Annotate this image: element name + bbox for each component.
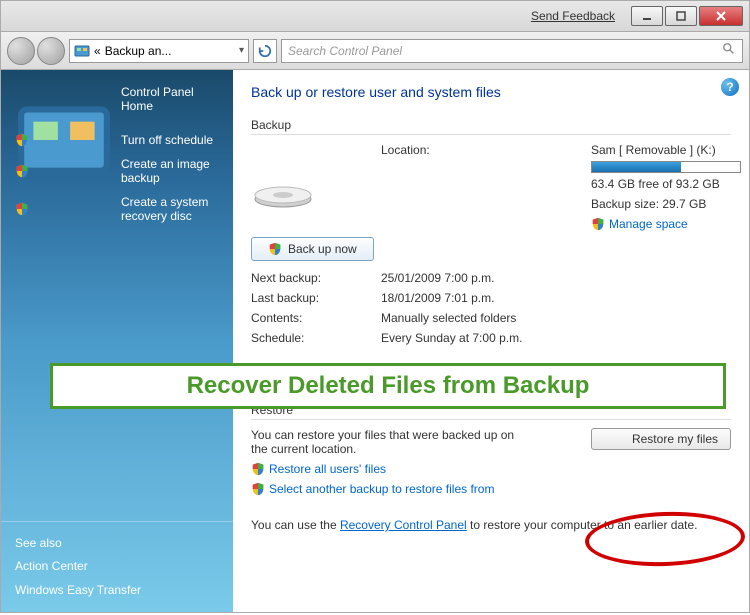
page-title: Back up or restore user and system files (251, 84, 731, 100)
backup-section: Backup Location: Sam [ Removable ] (K:) … (251, 118, 731, 345)
shield-icon (251, 482, 265, 496)
sidebar-item-label: Create a system recovery disc (121, 195, 219, 223)
window-controls (631, 6, 743, 26)
drive-icon (251, 169, 315, 209)
content-area: ? Back up or restore user and system fil… (233, 70, 749, 612)
titlebar: Send Feedback (0, 0, 750, 32)
breadcrumb-prefix: « (94, 44, 101, 58)
shield-icon (15, 164, 113, 178)
chevron-down-icon[interactable]: ▾ (239, 45, 244, 56)
shield-icon (15, 133, 113, 147)
see-also-title: See also (1, 532, 233, 554)
maximize-button[interactable] (665, 6, 697, 26)
backup-now-label: Back up now (288, 242, 357, 256)
recovery-note-prefix: You can use the (251, 518, 340, 532)
contents-value: Manually selected folders (381, 311, 731, 325)
sidebar-item-label: Windows Easy Transfer (15, 583, 219, 597)
search-placeholder: Search Control Panel (288, 44, 402, 58)
select-another-backup-link[interactable]: Select another backup to restore files f… (269, 482, 494, 496)
restore-section: Restore You can restore your files that … (251, 403, 731, 496)
sidebar-home-label: Control Panel Home (121, 85, 219, 113)
restore-description: You can restore your files that were bac… (251, 428, 521, 456)
sidebar-home[interactable]: Control Panel Home (1, 80, 233, 118)
location-value: Sam [ Removable ] (K:) (591, 143, 731, 157)
annotation-overlay-banner: Recover Deleted Files from Backup (50, 363, 726, 409)
disk-space-bar (591, 161, 741, 173)
search-icon (722, 42, 736, 59)
toolbar: « Backup an... ▾ Search Control Panel (0, 32, 750, 70)
see-also-section: See also Action Center Windows Easy Tran… (1, 521, 233, 602)
free-space: 63.4 GB free of 93.2 GB (591, 177, 731, 191)
recovery-note-suffix: to restore your computer to an earlier d… (467, 518, 698, 532)
next-backup-value: 25/01/2009 7:00 p.m. (381, 271, 731, 285)
sidebar-item-label: Action Center (15, 559, 219, 573)
sidebar-item-easy-transfer[interactable]: Windows Easy Transfer (1, 578, 233, 602)
search-input[interactable]: Search Control Panel (281, 39, 743, 63)
backup-size: Backup size: 29.7 GB (591, 197, 731, 211)
location-label: Location: (381, 143, 581, 157)
sidebar-item-create-recovery-disc[interactable]: Create a system recovery disc (1, 190, 233, 228)
breadcrumb-text: Backup an... (105, 44, 172, 58)
control-panel-icon (74, 43, 90, 59)
last-backup-value: 18/01/2009 7:01 p.m. (381, 291, 731, 305)
control-panel-icon (15, 91, 113, 107)
minimize-button[interactable] (631, 6, 663, 26)
sidebar: Control Panel Home Turn off schedule Cre… (1, 70, 233, 612)
recovery-note: You can use the Recovery Control Panel t… (251, 518, 731, 532)
sidebar-item-label: Turn off schedule (121, 133, 219, 147)
backup-now-button[interactable]: Back up now (251, 237, 374, 261)
next-backup-label: Next backup: (251, 271, 371, 285)
recovery-control-panel-link[interactable]: Recovery Control Panel (340, 518, 467, 532)
restore-all-users-link[interactable]: Restore all users' files (269, 462, 386, 476)
refresh-button[interactable] (253, 39, 277, 63)
sidebar-item-label: Create an image backup (121, 157, 219, 185)
schedule-value: Every Sunday at 7:00 p.m. (381, 331, 731, 345)
last-backup-label: Last backup: (251, 291, 371, 305)
send-feedback-link[interactable]: Send Feedback (531, 9, 615, 23)
schedule-label: Schedule: (251, 331, 371, 345)
back-button[interactable] (7, 37, 35, 65)
close-button[interactable] (699, 6, 743, 26)
contents-label: Contents: (251, 311, 371, 325)
backup-details: Next backup: 25/01/2009 7:00 p.m. Last b… (251, 271, 731, 345)
shield-icon (15, 202, 113, 216)
manage-space-link[interactable]: Manage space (609, 217, 688, 231)
restore-my-files-button[interactable]: Restore my files (591, 428, 731, 450)
help-icon[interactable]: ? (721, 78, 739, 96)
sidebar-item-action-center[interactable]: Action Center (1, 554, 233, 578)
backup-heading: Backup (251, 118, 731, 135)
forward-button[interactable] (37, 37, 65, 65)
shield-icon (268, 242, 282, 256)
shield-icon (251, 462, 265, 476)
shield-icon (591, 217, 605, 231)
breadcrumb-bar[interactable]: « Backup an... ▾ (69, 39, 249, 63)
